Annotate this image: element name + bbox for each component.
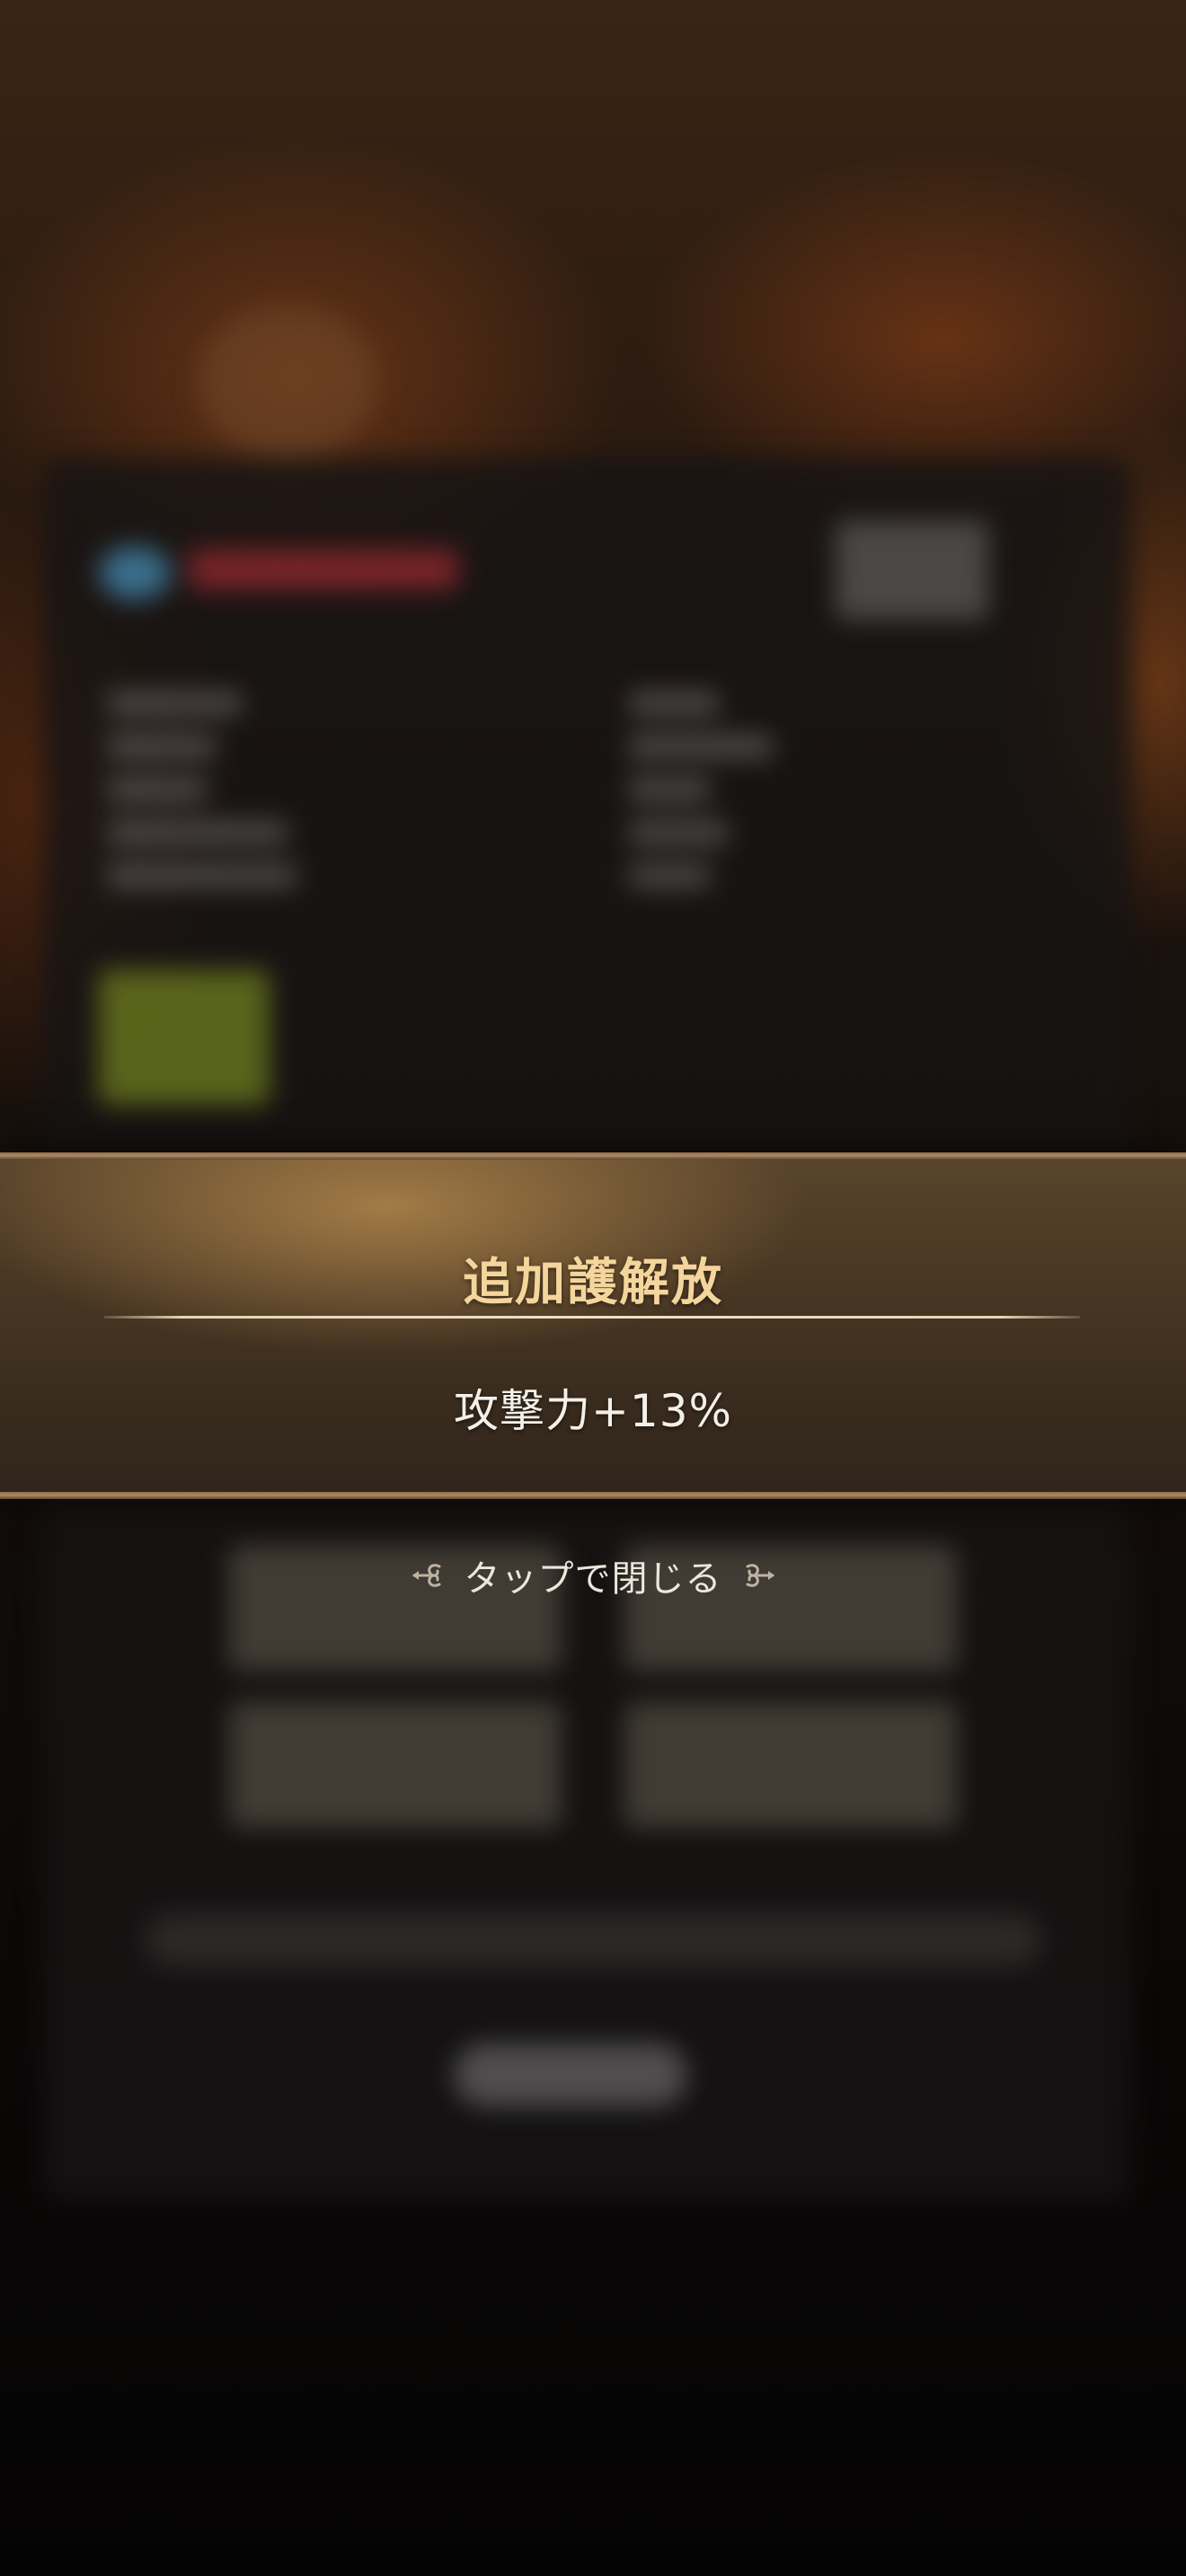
banner-bottom-edge	[0, 1492, 1186, 1499]
background-header-block	[836, 521, 988, 620]
background-left-column	[108, 692, 557, 979]
background-header-bar	[189, 550, 458, 589]
banner-divider	[104, 1316, 1080, 1319]
effect-value: 攻撃力+13%	[453, 1385, 733, 1437]
background-orb-icon	[99, 546, 171, 600]
tap-to-close[interactable]: タップで閉じる	[0, 1548, 1186, 1602]
background-character	[198, 305, 377, 458]
banner-title: 追加護解放	[463, 1254, 723, 1312]
background-right-column	[629, 692, 1078, 979]
background-button	[229, 1702, 562, 1828]
unlock-banner: 追加護解放 攻撃力+13%	[0, 1152, 1186, 1499]
background-badge	[99, 970, 270, 1105]
background-chip-row	[144, 1913, 1042, 1967]
tap-to-close-label: タップで閉じる	[464, 1558, 722, 1600]
scroll-ornament-left-icon	[409, 1557, 445, 1593]
screen[interactable]: 追加護解放 攻撃力+13% タップで閉じる	[0, 0, 1186, 2576]
background-button	[624, 1702, 957, 1828]
banner-top-edge	[0, 1152, 1186, 1160]
scroll-ornament-right-icon	[742, 1557, 778, 1593]
background-pill-button	[454, 2043, 687, 2106]
